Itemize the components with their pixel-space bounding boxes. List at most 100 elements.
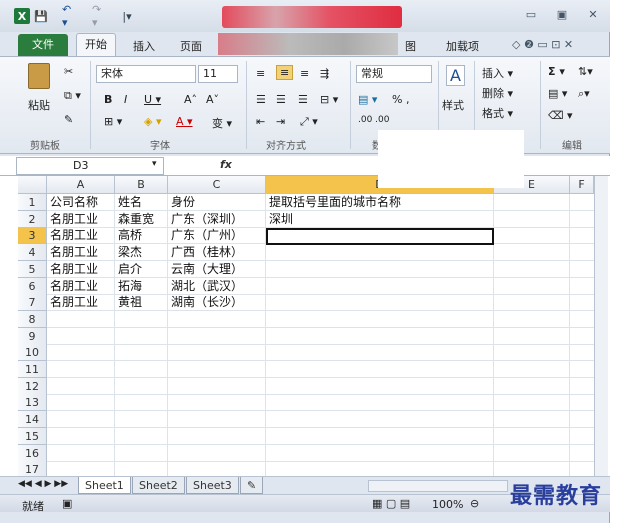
- tab-insert[interactable]: 插入: [133, 38, 155, 54]
- tab-home[interactable]: 开始: [76, 33, 116, 56]
- column-header-c[interactable]: C: [168, 176, 266, 194]
- align-bottom-icon[interactable]: ≡: [300, 67, 309, 80]
- cell-a2[interactable]: 名朋工业: [47, 211, 115, 228]
- row-header-14[interactable]: 14: [18, 411, 47, 429]
- find-icon[interactable]: ⌕▾: [578, 87, 590, 101]
- border-icon[interactable]: ⊞ ▾: [104, 115, 122, 128]
- clear-icon[interactable]: ⌫ ▾: [548, 109, 573, 122]
- cell-a5[interactable]: 名朋工业: [47, 261, 115, 278]
- format-painter-icon[interactable]: ✎: [64, 113, 73, 126]
- cut-icon[interactable]: ✂: [64, 65, 73, 78]
- row-header-12[interactable]: 12: [18, 377, 47, 395]
- orientation-icon[interactable]: ⤢ ▾: [300, 115, 318, 129]
- tab-view[interactable]: 图: [405, 38, 416, 54]
- fill-color-icon[interactable]: ◈ ▾: [144, 115, 161, 128]
- new-sheet-icon[interactable]: ✎: [240, 477, 264, 494]
- font-size-combo[interactable]: 11: [198, 65, 238, 83]
- sheet-nav-icon[interactable]: ◀◀ ◀ ▶ ▶▶: [18, 479, 68, 489]
- cell-c6[interactable]: 湖北（武汉）: [168, 278, 266, 295]
- cell-c7[interactable]: 湖南（长沙）: [168, 294, 266, 311]
- font-color-icon[interactable]: A ▾: [176, 115, 193, 128]
- font-name-combo[interactable]: 宋体: [96, 65, 196, 83]
- row-header-3[interactable]: 3: [18, 227, 47, 245]
- row-header-16[interactable]: 16: [18, 444, 47, 462]
- indent-increase-icon[interactable]: ⇥: [276, 115, 285, 128]
- cell-a3[interactable]: 名朋工业: [47, 227, 115, 244]
- cell-b1[interactable]: 姓名: [115, 194, 168, 211]
- zoom-level[interactable]: 100%: [432, 498, 463, 511]
- styles-button[interactable]: 样式: [442, 97, 464, 113]
- underline-button[interactable]: U ▾: [144, 93, 161, 106]
- fill-icon[interactable]: ▤ ▾: [548, 87, 567, 100]
- row-header-6[interactable]: 6: [18, 277, 47, 295]
- row-header-15[interactable]: 15: [18, 427, 47, 445]
- insert-cells-button[interactable]: 插入 ▾: [482, 65, 513, 81]
- currency-icon[interactable]: ▤ ▾: [358, 93, 377, 106]
- column-header-b[interactable]: B: [115, 176, 168, 194]
- cell-c3[interactable]: 广东（广州）: [168, 227, 266, 244]
- shrink-font-button[interactable]: A˅: [206, 93, 219, 106]
- cell-a4[interactable]: 名朋工业: [47, 244, 115, 261]
- cell-c1[interactable]: 身份: [168, 194, 266, 211]
- namebox-dropdown-icon[interactable]: ▾: [152, 159, 157, 169]
- cell-b3[interactable]: 高桥: [115, 227, 168, 244]
- excel-app-icon[interactable]: X: [14, 8, 30, 24]
- decimal-buttons[interactable]: .00 .00: [358, 115, 390, 125]
- row-header-2[interactable]: 2: [18, 210, 47, 228]
- wrap-text-icon[interactable]: ⇶: [320, 67, 329, 80]
- row-header-7[interactable]: 7: [18, 294, 47, 312]
- cell-a6[interactable]: 名朋工业: [47, 278, 115, 295]
- phonetic-button[interactable]: 变 ▾: [212, 115, 232, 131]
- cell-d2[interactable]: 深圳: [266, 211, 494, 228]
- number-format-combo[interactable]: 常规: [356, 65, 432, 83]
- bold-button[interactable]: B: [104, 93, 112, 106]
- sheet-tab-3[interactable]: Sheet3: [186, 477, 239, 494]
- undo-icon[interactable]: ↶ ▾: [62, 3, 76, 29]
- percent-button[interactable]: % ,: [392, 93, 409, 106]
- copy-icon[interactable]: ⧉ ▾: [64, 89, 81, 103]
- minimize-button[interactable]: ▭: [522, 8, 540, 24]
- tab-page-layout[interactable]: 页面: [180, 38, 202, 54]
- paste-button[interactable]: 粘贴: [28, 97, 50, 113]
- styles-icon[interactable]: A: [446, 65, 465, 86]
- close-button[interactable]: ✕: [584, 8, 602, 24]
- align-center-icon[interactable]: ☰: [276, 93, 286, 106]
- paste-icon[interactable]: [28, 63, 50, 89]
- tab-addins[interactable]: 加载项: [446, 38, 479, 54]
- autosum-button[interactable]: Σ ▾: [548, 65, 565, 78]
- cell-b6[interactable]: 拓海: [115, 278, 168, 295]
- cell-c5[interactable]: 云南（大理）: [168, 261, 266, 278]
- italic-button[interactable]: I: [124, 93, 127, 106]
- insert-function-icon[interactable]: fx: [220, 158, 232, 171]
- cell-b5[interactable]: 启介: [115, 261, 168, 278]
- zoom-out-icon[interactable]: ⊖: [470, 497, 479, 510]
- select-all-corner[interactable]: [18, 176, 47, 194]
- row-header-9[interactable]: 9: [18, 327, 47, 345]
- align-middle-icon[interactable]: ≡: [276, 65, 294, 80]
- sort-filter-icon[interactable]: ⇅▾: [578, 65, 593, 78]
- align-top-icon[interactable]: ≡: [256, 67, 265, 80]
- indent-decrease-icon[interactable]: ⇤: [256, 115, 265, 128]
- row-header-5[interactable]: 5: [18, 260, 47, 278]
- active-cell-d3[interactable]: [266, 228, 494, 245]
- align-left-icon[interactable]: ☰: [256, 93, 266, 106]
- redo-icon[interactable]: ↷ ▾: [92, 3, 106, 29]
- cell-c2[interactable]: 广东（深圳）: [168, 211, 266, 228]
- format-cells-button[interactable]: 格式 ▾: [482, 105, 513, 121]
- ribbon-window-controls[interactable]: ◇ ❷ ▭ ⊡ ✕: [512, 38, 573, 51]
- cell-b2[interactable]: 森重宽: [115, 211, 168, 228]
- macro-record-icon[interactable]: ▣: [62, 497, 72, 510]
- align-right-icon[interactable]: ☰: [298, 93, 308, 106]
- delete-cells-button[interactable]: 删除 ▾: [482, 85, 513, 101]
- column-header-a[interactable]: A: [47, 176, 115, 194]
- row-header-8[interactable]: 8: [18, 310, 47, 328]
- vertical-scrollbar[interactable]: [594, 176, 608, 476]
- grow-font-button[interactable]: A˄: [184, 93, 197, 106]
- row-header-10[interactable]: 10: [18, 344, 47, 362]
- cell-a1[interactable]: 公司名称: [47, 194, 115, 211]
- row-header-4[interactable]: 4: [18, 244, 47, 262]
- save-icon[interactable]: 💾: [34, 8, 48, 24]
- qat-customize-icon[interactable]: |▾: [122, 8, 132, 24]
- merge-icon[interactable]: ⊟ ▾: [320, 93, 338, 106]
- row-header-1[interactable]: 1: [18, 194, 47, 211]
